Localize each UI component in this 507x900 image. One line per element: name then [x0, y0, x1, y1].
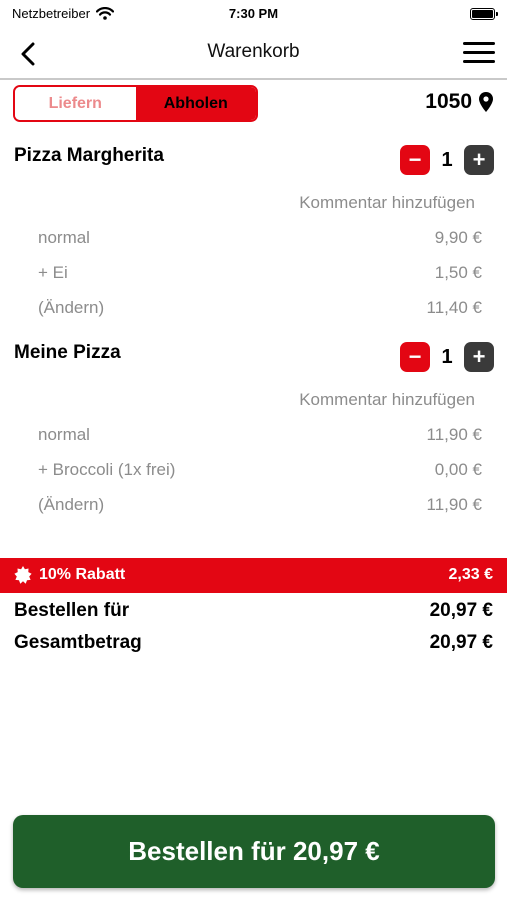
increase-quantity-button[interactable]: +	[464, 145, 494, 175]
quantity-value: 1	[441, 148, 453, 171]
line-label: + Ei	[38, 263, 68, 282]
decrease-quantity-button[interactable]: −	[400, 145, 430, 175]
item-name: Pizza Margherita	[14, 145, 164, 166]
hamburger-menu-button[interactable]	[461, 38, 497, 68]
line-price: 11,90 €	[426, 495, 482, 514]
edit-item-link[interactable]: (Ändern)	[38, 495, 104, 515]
item-line: (Ändern) 11,40 €	[0, 298, 507, 322]
add-comment-link[interactable]: Kommentar hinzufügen	[299, 390, 475, 410]
item-line: + Ei 1,50 €	[0, 263, 507, 287]
line-label: + Broccoli (1x frei)	[38, 460, 176, 479]
nav-bar: Warenkorb	[0, 28, 507, 80]
quantity-stepper: − 1 +	[400, 145, 494, 175]
line-label: normal	[38, 228, 90, 247]
location-pin-icon	[479, 92, 493, 112]
cart-item: Pizza Margherita − 1 + Kommentar hinzufü…	[0, 145, 507, 325]
quantity-stepper: − 1 +	[400, 342, 494, 372]
item-line: (Ändern) 11,90 €	[0, 495, 507, 519]
edit-item-link[interactable]: (Ändern)	[38, 298, 104, 318]
item-name: Meine Pizza	[14, 342, 121, 363]
status-bar: Netzbetreiber 7:30 PM	[0, 0, 507, 28]
line-price: 0,00 €	[434, 460, 482, 479]
status-time: 7:30 PM	[228, 6, 279, 21]
item-line: normal 11,90 €	[0, 425, 507, 449]
grand-total-label: Gesamtbetrag	[14, 632, 142, 653]
item-line: + Broccoli (1x frei) 0,00 €	[0, 460, 507, 484]
order-for-value: 20,97 €	[429, 600, 493, 621]
item-line: normal 9,90 €	[0, 228, 507, 252]
postal-code: 1050	[425, 90, 472, 113]
line-price: 11,40 €	[426, 298, 482, 317]
menu-icon-bar	[463, 51, 495, 54]
discount-banner: 10% Rabatt 2,33 €	[0, 558, 507, 593]
discount-amount: 2,33 €	[448, 566, 493, 583]
line-price: 11,90 €	[426, 425, 482, 444]
increase-quantity-button[interactable]: +	[464, 342, 494, 372]
page-title: Warenkorb	[207, 41, 300, 62]
quantity-value: 1	[441, 345, 453, 368]
delivery-mode-toggle: Liefern Abholen	[13, 85, 258, 122]
line-price: 9,90 €	[434, 228, 482, 247]
line-price: 1,50 €	[434, 263, 482, 282]
order-for-label: Bestellen für	[14, 600, 130, 621]
toggle-delivery[interactable]: Liefern	[15, 87, 136, 120]
location-selector[interactable]: 1050	[425, 90, 493, 114]
menu-icon-bar	[463, 60, 495, 63]
grand-total-row: Gesamtbetrag 20,97 €	[0, 632, 507, 656]
place-order-button[interactable]: Bestellen für 20,97 €	[13, 815, 495, 888]
battery-icon	[470, 8, 498, 20]
line-label: normal	[38, 425, 90, 444]
order-for-row: Bestellen für 20,97 €	[0, 600, 507, 624]
decrease-quantity-button[interactable]: −	[400, 342, 430, 372]
cart-item: Meine Pizza − 1 + Kommentar hinzufügen n…	[0, 342, 507, 522]
grand-total-value: 20,97 €	[429, 632, 493, 653]
discount-badge-icon	[14, 566, 32, 584]
discount-label: 10% Rabatt	[39, 566, 126, 583]
menu-icon-bar	[463, 42, 495, 45]
add-comment-link[interactable]: Kommentar hinzufügen	[299, 193, 475, 213]
toggle-pickup[interactable]: Abholen	[135, 87, 256, 120]
